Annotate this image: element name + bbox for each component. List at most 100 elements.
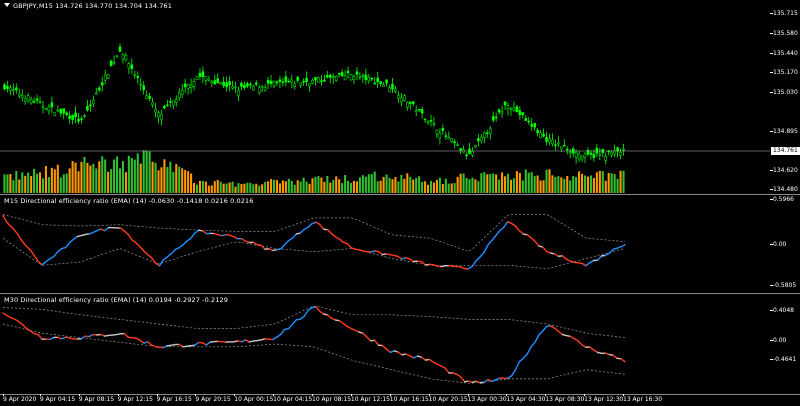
time-axis-label: 10 Apr 16:15 (389, 394, 429, 403)
m30-indicator-svg (2, 305, 626, 384)
volume-bar (299, 181, 302, 193)
ratio-line-segment (57, 247, 63, 253)
ratio-line-segment (193, 341, 200, 346)
volume-bar (270, 179, 273, 193)
m15-indicator-pane[interactable]: M15 Directional efficiency ratio (EMA) (… (0, 195, 770, 293)
candle-body (355, 71, 359, 75)
candle-body (524, 118, 528, 121)
candle-body (183, 83, 187, 88)
price-axis[interactable]: 135.715 135.580 135.440 135.170 135.030 … (770, 0, 800, 193)
ratio-line-segment (491, 234, 497, 242)
ratio-line-segment (499, 226, 505, 232)
volume-bar (619, 170, 622, 193)
volume-bar (554, 176, 557, 193)
volume-bar (6, 174, 9, 193)
candle-body (420, 109, 424, 114)
volume-bar (311, 178, 314, 193)
volume-bar (187, 171, 190, 193)
volume-bar (444, 178, 447, 193)
candle-body (157, 112, 160, 118)
volume-bar (412, 179, 415, 193)
volume-bar (225, 183, 228, 193)
ratio-line-segment (303, 309, 309, 317)
volume-bar (468, 179, 471, 193)
candle-body (41, 105, 45, 108)
volume-bar (33, 168, 36, 193)
ratio-line-segment (487, 239, 493, 246)
candle-body (408, 101, 412, 104)
volume-bar (38, 172, 42, 193)
ratio-line-segment (538, 330, 544, 336)
candle-body (124, 55, 128, 61)
volume-bar (376, 181, 379, 193)
indicator-tick: -0.4641 (770, 356, 797, 363)
candle-body (515, 106, 519, 113)
volume-bar (107, 171, 110, 193)
time-axis[interactable]: 9 Apr 2020 9 Apr 04:15 9 Apr 08:15 9 Apr 12… (0, 394, 770, 406)
volume-bar (252, 184, 255, 193)
candle-body (533, 122, 536, 128)
candle-body (192, 81, 196, 87)
ratio-line-segment (291, 233, 298, 239)
candle-body (92, 99, 95, 104)
candle-body (20, 95, 24, 98)
volume-bar (101, 156, 104, 193)
candle-body (485, 132, 489, 135)
time-axis-label: 13 Apr 12:30 (584, 394, 624, 403)
volume-bar (210, 185, 213, 193)
candle-body (595, 147, 599, 154)
volume-bar (409, 176, 412, 193)
indicator-tick: -0.5805 (770, 282, 797, 289)
ratio-line-segment (338, 238, 345, 243)
candle-body (89, 104, 92, 107)
volume-bar (98, 161, 101, 193)
ratio-line-segment (620, 244, 626, 248)
volume-bar (347, 180, 350, 193)
chart-menu-arrow-icon[interactable] (4, 3, 10, 7)
candle-body (506, 105, 510, 109)
volume-bar (521, 180, 524, 193)
volume-bar (24, 175, 27, 193)
candle-body (86, 106, 89, 111)
m30-indicator-axis[interactable]: 0.4048 0.00 -0.4641 (770, 294, 800, 394)
candle-body (15, 87, 18, 91)
time-axis-label: 9 Apr 12:15 (117, 394, 153, 403)
candle-body (337, 73, 341, 75)
time-axis-label: 10 Apr 08:15 (312, 394, 352, 403)
volume-bar (421, 181, 424, 193)
time-axis-label: 13 Apr 00:30 (467, 394, 507, 403)
volume-bar (373, 171, 376, 193)
volume-bar (264, 181, 267, 193)
volume-bar (459, 173, 462, 193)
volume-bar (367, 174, 370, 193)
candle-body (290, 79, 294, 83)
volume-bar (3, 174, 6, 193)
candle-body (275, 81, 279, 84)
ratio-line-segment (17, 320, 24, 326)
candle-body (29, 99, 33, 104)
m30-indicator-pane[interactable]: M30 Directional efficiency ratio (EMA) (… (0, 294, 770, 394)
ratio-line-segment (119, 227, 125, 232)
ratio-line-segment (514, 360, 521, 371)
ratio-line-segment (514, 225, 521, 232)
candle-body (444, 135, 448, 137)
candle-body (560, 146, 563, 149)
candle-body (453, 141, 456, 144)
candle-body (142, 85, 145, 91)
candle-body (610, 152, 613, 156)
indicator-tick: 0.4048 (770, 307, 794, 314)
candle-body (23, 98, 27, 102)
ratio-line-segment (506, 375, 513, 380)
volume-bar (551, 175, 554, 193)
candle-body (548, 138, 551, 143)
price-chart-pane[interactable]: GBPJPY,M15 134.726 134.770 134.704 134.7… (0, 0, 770, 193)
volume-bar (326, 175, 329, 193)
ratio-line-segment (299, 228, 305, 234)
volume-bar (74, 162, 77, 193)
m15-indicator-axis[interactable]: 0.5966 0.00 -0.5805 (770, 195, 800, 293)
candle-body (177, 92, 181, 99)
candle-body (130, 64, 134, 69)
candle-body (568, 151, 572, 154)
lower-envelope-line (2, 237, 626, 270)
candle-body (228, 81, 231, 86)
